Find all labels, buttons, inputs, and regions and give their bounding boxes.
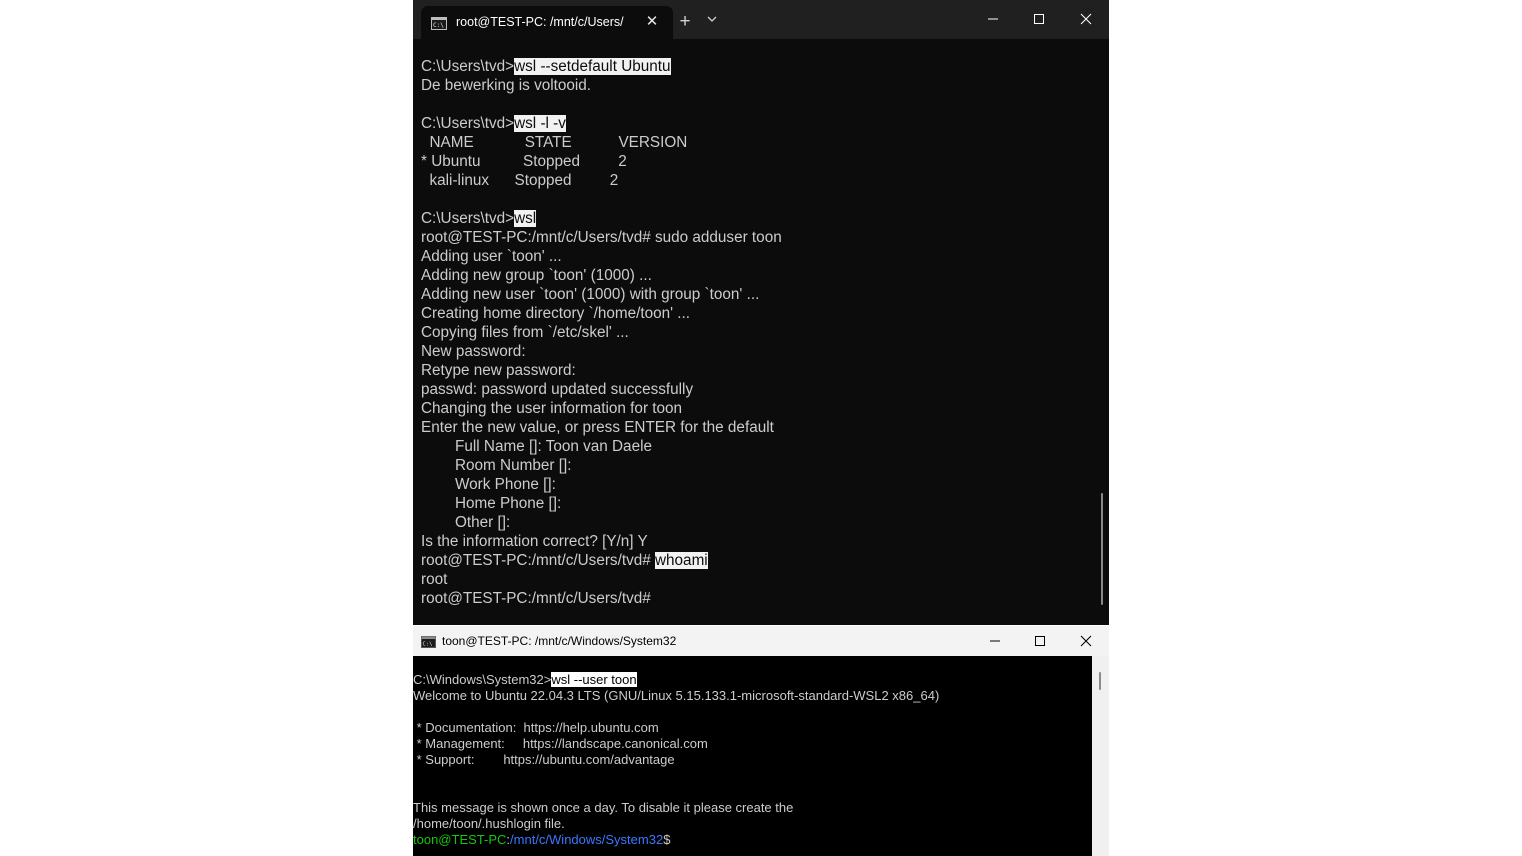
prompt: C:\Users\tvd> <box>421 58 515 75</box>
minimize-button[interactable] <box>972 626 1018 656</box>
console-window: C:\ toon@TEST-PC: /mnt/c/Windows/System3… <box>413 626 1109 856</box>
output-line: * Management: https://landscape.canonica… <box>413 736 708 751</box>
output-line: C:\Users\tvd>wsl --setdefault Ubuntu <box>421 57 1101 76</box>
terminal-tab[interactable]: C:\ root@TEST-PC: /mnt/c/Users/ ✕ <box>421 6 673 39</box>
maximize-button[interactable] <box>1016 0 1062 38</box>
terminal-window: C:\ root@TEST-PC: /mnt/c/Users/ ✕ + C:\U… <box>413 0 1109 625</box>
output-line: Retype new password: <box>421 362 576 379</box>
output-line: Creating home directory `/home/toon' ... <box>421 305 691 322</box>
chevron-down-icon[interactable] <box>700 12 724 32</box>
output-line: Changing the user information for toon <box>421 400 683 417</box>
output-line: Adding new group `toon' (1000) ... <box>421 267 652 284</box>
console-title: toon@TEST-PC: /mnt/c/Windows/System32 <box>442 634 677 648</box>
prompt-path: /mnt/c/Windows/System32 <box>510 832 664 847</box>
output-line: Copying files from `/etc/skel' ... <box>421 324 629 341</box>
cmd-icon: C:\ <box>431 17 447 35</box>
output-line: root@TEST-PC:/mnt/c/Users/tvd# whoami <box>421 551 1101 570</box>
console-scrollbar-thumb[interactable] <box>1099 672 1101 690</box>
close-icon <box>1080 13 1092 25</box>
prompt-symbol: $ <box>663 832 671 847</box>
minimize-icon <box>988 18 998 20</box>
minimize-button[interactable] <box>970 0 1016 38</box>
output-line: root <box>421 571 448 588</box>
output-line: NAME STATE VERSION <box>421 134 688 151</box>
output-line: Other []: <box>421 514 511 531</box>
output-line: /home/toon/.hushlogin file. <box>413 816 565 831</box>
output-line: Home Phone []: <box>421 495 562 512</box>
cmd-icon: C:\ <box>421 635 436 653</box>
prompt: C:\Windows\System32> <box>413 672 552 687</box>
close-button[interactable] <box>1063 0 1109 38</box>
output-line: This message is shown once a day. To dis… <box>413 800 794 815</box>
output-line: Room Number []: <box>421 457 572 474</box>
tab-title: root@TEST-PC: /mnt/c/Users/ <box>456 15 624 29</box>
maximize-button[interactable] <box>1017 626 1063 656</box>
minimize-icon <box>990 640 1000 642</box>
output-line: Work Phone []: <box>421 476 556 493</box>
output-line: Welcome to Ubuntu 22.04.3 LTS (GNU/Linux… <box>413 688 940 703</box>
command-text: wsl --user toon <box>551 672 637 687</box>
command-text: wsl -l -v <box>514 115 566 132</box>
output-line: De bewerking is voltooid. <box>421 77 592 94</box>
output-line: C:\Windows\System32>wsl --user toon <box>413 672 1093 688</box>
output-line: * Documentation: https://help.ubuntu.com <box>413 720 659 735</box>
output-line: Enter the new value, or press ENTER for … <box>421 419 774 436</box>
output-line: C:\Users\tvd>wsl <box>421 209 1101 228</box>
command-text: wsl <box>514 210 537 227</box>
svg-text:C:\: C:\ <box>423 642 433 648</box>
terminal-output[interactable]: C:\Users\tvd>wsl --setdefault Ubuntu De b… <box>421 57 1101 608</box>
output-line: C:\Users\tvd>wsl -l -v <box>421 114 1101 133</box>
prompt: C:\Users\tvd> <box>421 115 515 132</box>
close-icon <box>1080 635 1092 647</box>
output-line: * Ubuntu Stopped 2 <box>421 153 627 170</box>
close-button[interactable] <box>1063 626 1109 656</box>
output-line: Adding user `toon' ... <box>421 248 562 265</box>
output-line: New password: <box>421 343 526 360</box>
maximize-icon <box>1035 636 1045 646</box>
prompt: C:\Users\tvd> <box>421 210 515 227</box>
console-prompt-line: toon@TEST-PC:/mnt/c/Windows/System32$ <box>413 832 1093 848</box>
prompt: root@TEST-PC:/mnt/c/Users/tvd# <box>421 552 655 569</box>
maximize-icon <box>1034 14 1044 24</box>
new-tab-button[interactable]: + <box>672 11 698 33</box>
close-tab-icon[interactable]: ✕ <box>643 13 661 31</box>
command-text: wsl --setdefault Ubuntu <box>514 58 671 75</box>
output-line: Is the information correct? [Y/n] Y <box>421 533 648 550</box>
console-output[interactable]: C:\Windows\System32>wsl --user toon Welco… <box>413 672 1093 848</box>
output-line: Adding new user `toon' (1000) with group… <box>421 286 760 303</box>
output-line: passwd: password updated successfully <box>421 381 694 398</box>
output-line: kali-linux Stopped 2 <box>421 172 619 189</box>
prompt-user: toon@TEST-PC <box>413 832 507 847</box>
output-line: * Support: https://ubuntu.com/advantage <box>413 752 675 767</box>
terminal-scrollbar[interactable] <box>1101 493 1103 605</box>
terminal-titlebar[interactable]: C:\ root@TEST-PC: /mnt/c/Users/ ✕ + <box>413 0 1109 39</box>
console-titlebar[interactable]: C:\ toon@TEST-PC: /mnt/c/Windows/System3… <box>413 626 1109 656</box>
command-text: whoami <box>655 552 708 569</box>
output-line: root@TEST-PC:/mnt/c/Users/tvd# sudo addu… <box>421 229 782 246</box>
svg-text:C:\: C:\ <box>433 22 444 29</box>
console-scrollbar[interactable] <box>1092 656 1109 856</box>
output-line: Full Name []: Toon van Daele <box>421 438 652 455</box>
output-line: root@TEST-PC:/mnt/c/Users/tvd# <box>421 590 651 607</box>
